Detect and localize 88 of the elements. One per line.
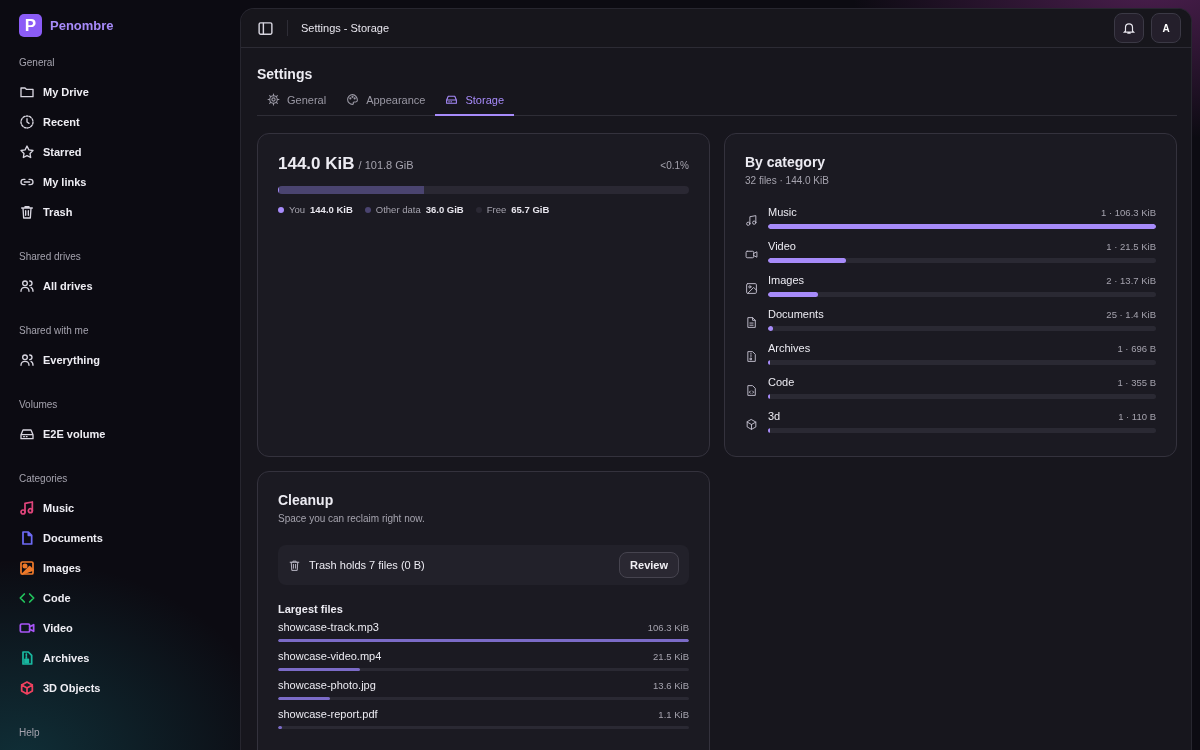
card-title: By category: [745, 154, 827, 170]
category-size: 1 · 696 B: [1117, 343, 1156, 354]
page-breadcrumb: Settings - Storage: [301, 22, 390, 34]
section-heading: Categories: [19, 473, 69, 484]
cube-icon: [745, 418, 758, 431]
category-name: Code: [768, 376, 795, 388]
sidebar-item[interactable]: Everything: [19, 345, 100, 375]
category-size: 2 · 13.7 KiB: [1106, 275, 1156, 286]
sidebar-item[interactable]: E2E volume: [19, 419, 106, 449]
sidebar-item[interactable]: Starred: [19, 137, 82, 167]
sidebar-item[interactable]: Archives: [19, 643, 90, 673]
sidebar-item[interactable]: My links: [19, 167, 87, 197]
review-button[interactable]: Review: [619, 552, 679, 578]
sidebar-item[interactable]: Code: [19, 583, 71, 613]
category-name: 3d: [768, 410, 781, 422]
document-icon: [745, 316, 758, 329]
sidebar-item[interactable]: My Drive: [19, 77, 89, 107]
palette-icon: [346, 93, 360, 106]
star-icon: [19, 144, 35, 160]
legend-label: Other data: [375, 204, 421, 215]
file-name: showcase-report.pdf: [278, 708, 378, 720]
account-button[interactable]: A: [1151, 13, 1181, 43]
file-size: 21.5 KiB: [653, 651, 689, 662]
trash-icon: [19, 204, 35, 220]
settings-tab[interactable]: Appearance: [336, 93, 436, 116]
music-note-icon: [745, 214, 758, 227]
card-title: Cleanup: [278, 492, 335, 508]
trash-icon: [288, 558, 301, 572]
total-capacity: / 101.8 GiB: [358, 159, 414, 171]
file-name: showcase-video.mp4: [278, 650, 382, 662]
category-name: Archives: [768, 342, 811, 354]
category-size: 1 · 21.5 KiB: [1106, 241, 1156, 252]
category-name: Video: [768, 240, 796, 252]
legend-value: 65.7 GiB: [511, 204, 550, 215]
sidebar-item[interactable]: Music: [19, 493, 75, 523]
video-camera-icon: [745, 248, 758, 261]
sidebar-item[interactable]: 3D Objects: [19, 673, 101, 703]
code-file-icon: [745, 384, 758, 397]
category-size: 1 · 355 B: [1117, 377, 1156, 388]
category-size: 25 · 1.4 KiB: [1106, 309, 1156, 320]
sidebar-item[interactable]: Documents: [19, 523, 103, 553]
settings-tab[interactable]: Storage: [435, 93, 514, 116]
image-icon: [745, 282, 758, 295]
category-name: Documents: [768, 308, 824, 320]
file-size: 13.6 KiB: [653, 680, 689, 691]
category-size: 1 · 106.3 KiB: [1101, 207, 1156, 218]
section-heading: Shared with me: [19, 325, 90, 336]
legend-label: Free: [486, 204, 507, 215]
logo-icon: P: [19, 14, 42, 37]
clock-icon: [19, 114, 35, 130]
sidebar-item[interactable]: Recent: [19, 107, 80, 137]
section-heading: Largest files: [278, 603, 344, 615]
legend-label: You: [289, 204, 306, 215]
card-subtitle: Space you can reclaim right now.: [278, 513, 426, 524]
drive-icon: [445, 93, 459, 106]
settings-icon: [267, 93, 280, 106]
sidebar-toggle-icon[interactable]: [257, 19, 274, 37]
page-title: Settings: [257, 66, 314, 82]
file-name: showcase-photo.jpg: [278, 679, 376, 691]
archive-icon: [745, 350, 758, 363]
section-heading: General: [19, 57, 56, 68]
card-subtitle: 32 files · 144.0 KiB: [745, 175, 830, 186]
notifications-button[interactable]: [1114, 13, 1144, 43]
sidebar-item[interactable]: Video: [19, 613, 73, 643]
sidebar-item[interactable]: Trash: [19, 197, 73, 227]
file-name: showcase-track.mp3: [278, 621, 379, 633]
file-size: 106.3 KiB: [647, 622, 689, 633]
drive-icon: [19, 426, 35, 442]
sidebar-item[interactable]: Images: [19, 553, 81, 583]
file-size: 1.1 KiB: [658, 709, 689, 720]
used-amount: 144.0 KiB: [278, 154, 355, 174]
app-name: Penombre: [50, 18, 114, 33]
category-name: Music: [768, 206, 797, 218]
category-size: 1 · 110 B: [1118, 411, 1156, 422]
legend-value: 36.0 GiB: [425, 204, 464, 215]
trash-summary: Trash holds 7 files (0 B): [309, 559, 425, 571]
category-name: Images: [768, 274, 805, 286]
people-icon: [19, 352, 35, 368]
people-icon: [19, 278, 35, 294]
legend-value: 144.0 KiB: [310, 204, 353, 215]
usage-percent: <0.1%: [660, 160, 689, 171]
sidebar-item[interactable]: All drives: [19, 271, 93, 301]
bell-icon: [1122, 21, 1136, 35]
section-heading: Shared drives: [19, 251, 82, 262]
section-heading: Volumes: [19, 399, 59, 410]
settings-tab[interactable]: General: [257, 93, 337, 116]
section-heading: Help: [19, 727, 41, 738]
folder-icon: [19, 84, 35, 100]
